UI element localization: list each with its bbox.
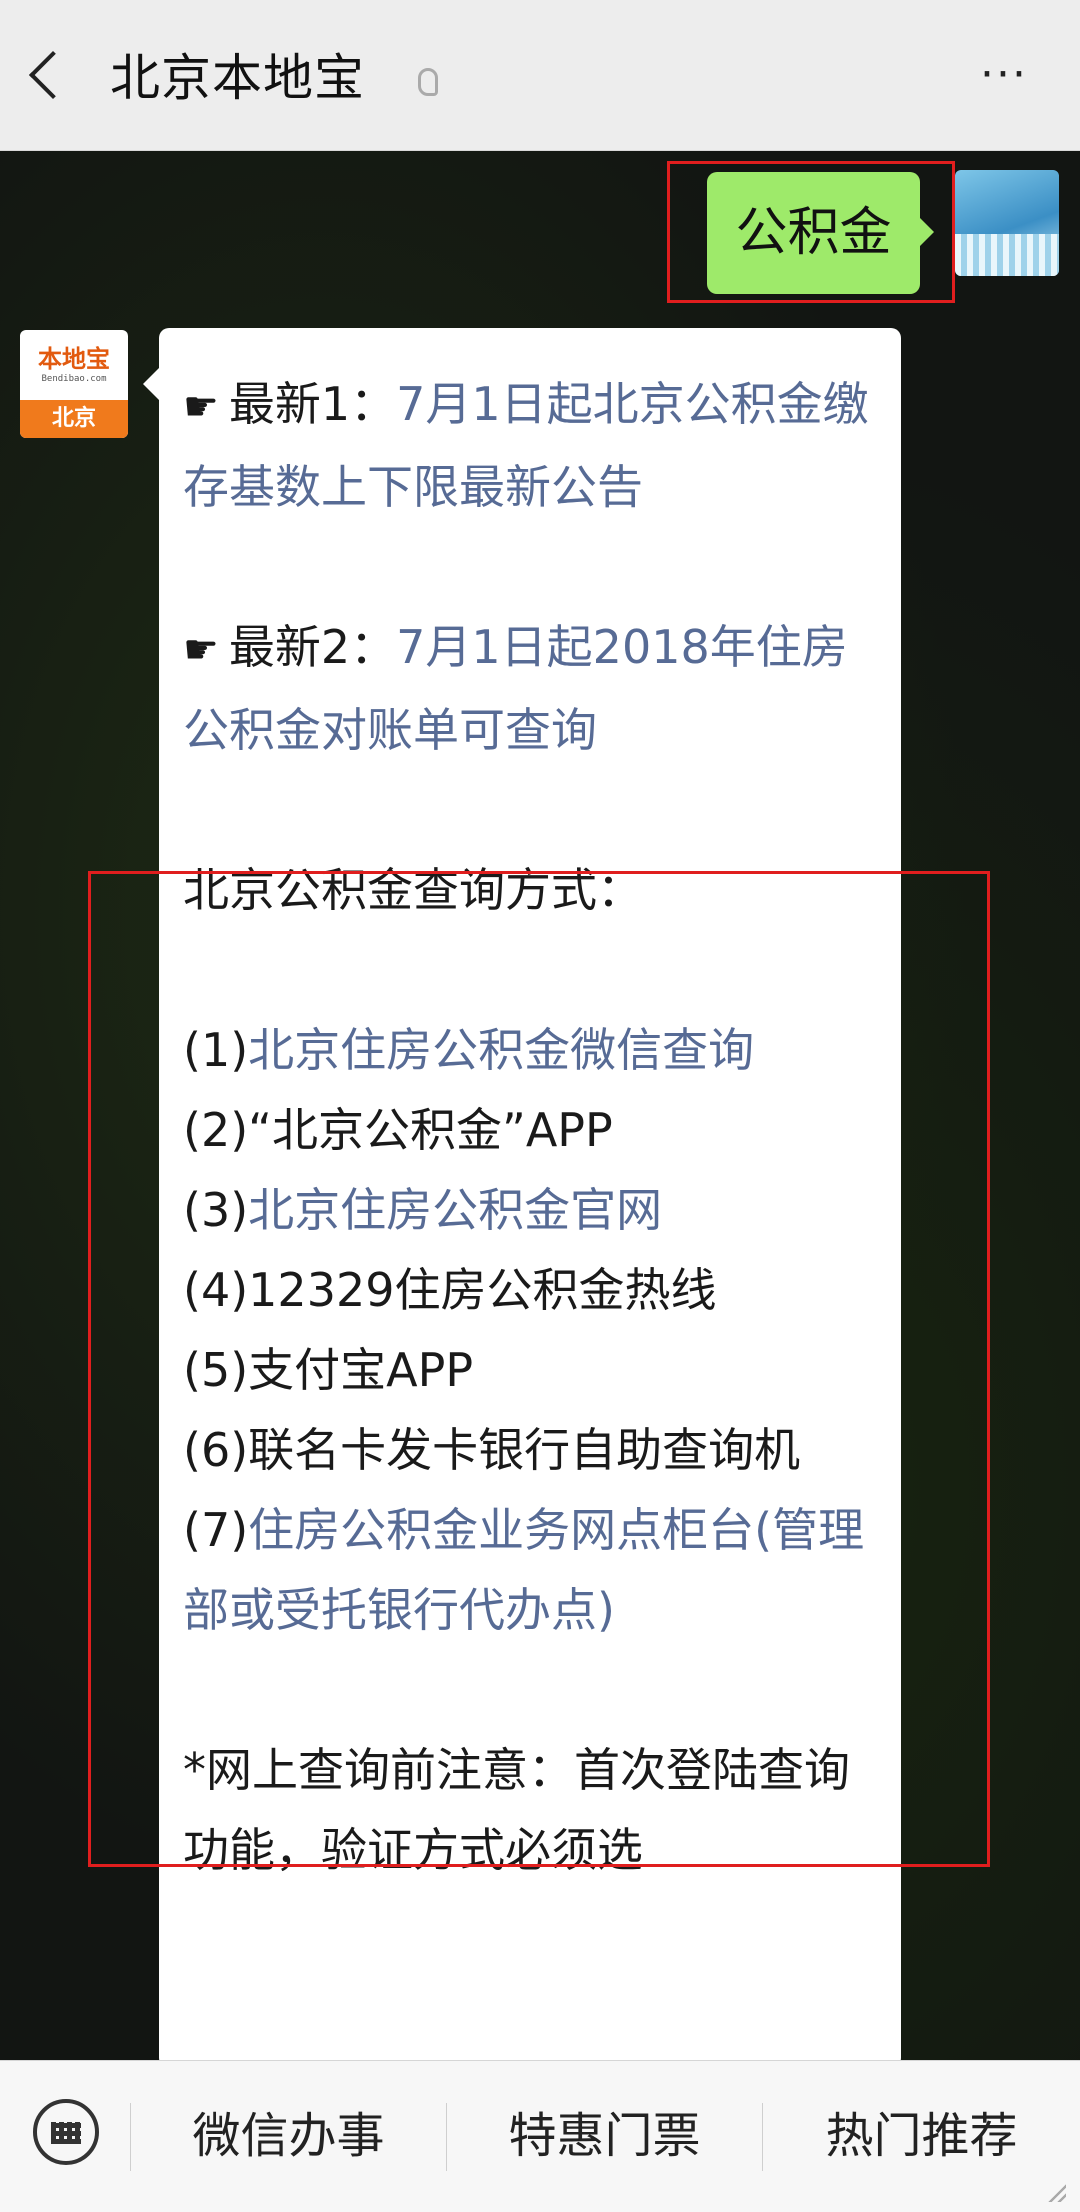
menu-item-wechat-services[interactable]: 微信办事 [131, 2061, 446, 2212]
chat-title: 北京本地宝 [110, 49, 365, 107]
avatar-logo-url: Bendibao.com [41, 374, 107, 384]
bottom-menu-bar: 微信办事 特惠门票 热门推荐 [0, 2060, 1080, 2212]
latest-item-2: ☛ 最新2：7月1日起2018年住房公积金对账单可查询 [183, 620, 848, 757]
pointing-hand-icon: ☛ [183, 384, 219, 430]
menu-item-hot-recommendations[interactable]: 热门推荐 [763, 2061, 1080, 2212]
highlight-box-sent [667, 161, 955, 303]
chevron-left-icon[interactable] [28, 50, 78, 100]
user-avatar[interactable] [955, 170, 1059, 276]
keyboard-icon[interactable] [33, 2099, 99, 2165]
top-bar: 北京本地宝 ··· [0, 0, 1080, 151]
menu-item-discount-tickets[interactable]: 特惠门票 [447, 2061, 762, 2212]
ear-icon [418, 68, 438, 96]
more-dots-icon[interactable]: ··· [980, 53, 1028, 97]
official-account-avatar[interactable]: 本地宝 Bendibao.com 北京 [20, 330, 128, 438]
latest-item-1: ☛ 最新1：7月1日起北京公积金缴存基数上下限最新公告 [183, 377, 869, 514]
received-bubble-tail [143, 368, 159, 400]
resize-grip-icon [1048, 2184, 1066, 2202]
avatar-logo-text: 本地宝 [38, 345, 110, 373]
pointing-hand-icon: ☛ [183, 627, 219, 673]
avatar-city: 北京 [20, 400, 128, 438]
highlight-box-methods [88, 871, 990, 1867]
